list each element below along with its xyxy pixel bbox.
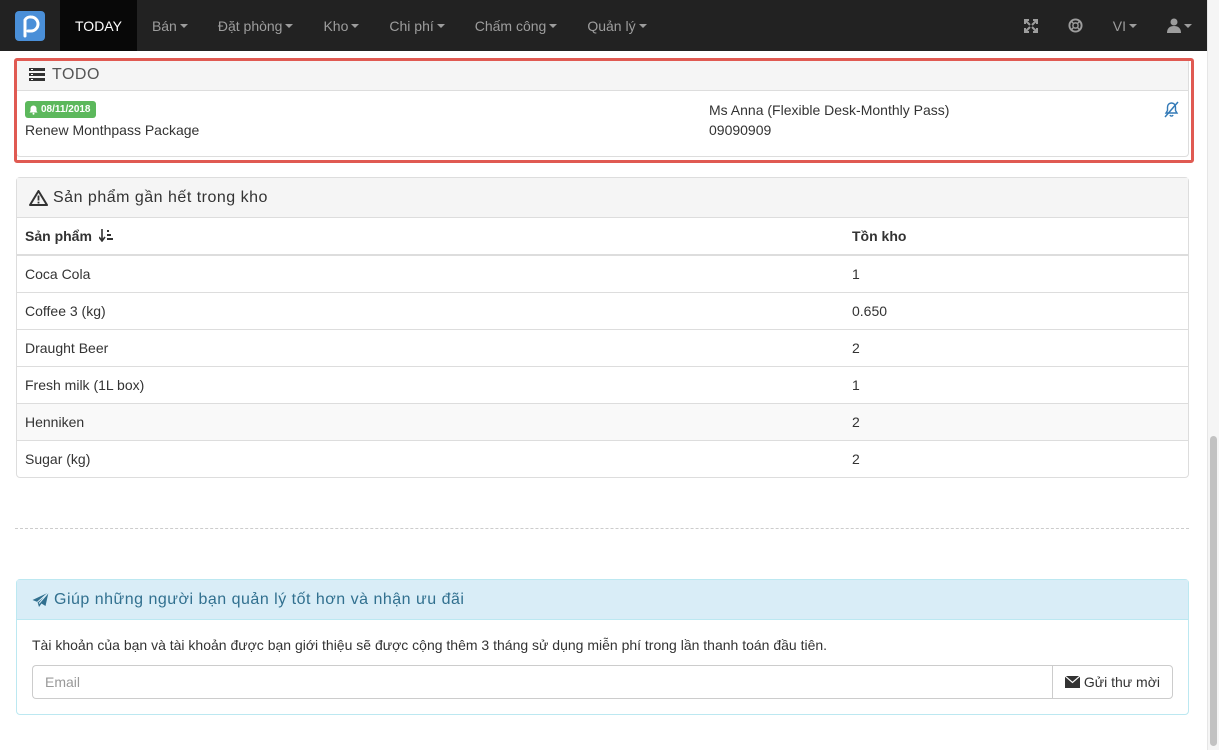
send-invite-label: Gửi thư mời (1083, 674, 1160, 690)
todo-panel: TODO 08/11/2018 Renew Monthpass Package … (16, 58, 1189, 157)
todo-item: 08/11/2018 Renew Monthpass Package Ms An… (17, 91, 1188, 157)
paper-plane-icon (32, 591, 49, 607)
nav-ban[interactable]: Bán (137, 0, 203, 51)
invite-form: Gửi thư mời (32, 665, 1173, 699)
column-product-label: Sản phẩm (25, 228, 92, 244)
caret-down-icon (549, 23, 558, 28)
todo-task: Renew Monthpass Package (25, 122, 200, 138)
list-icon (29, 68, 45, 81)
low-stock-panel: Sản phẩm gần hết trong kho Sản phẩm Tồn … (16, 177, 1189, 478)
scrollbar-thumb[interactable] (1210, 436, 1217, 746)
product-qty: 2 (844, 439, 1188, 477)
bell-slash-icon[interactable] (1163, 101, 1180, 121)
user-menu[interactable] (1152, 0, 1207, 51)
caret-down-icon (1129, 23, 1137, 28)
email-input[interactable] (32, 665, 1052, 699)
reminder-date-badge: 08/11/2018 (25, 101, 96, 118)
product-qty: 2 (844, 402, 1188, 440)
table-row: Fresh milk (1L box) 1 (17, 365, 1188, 403)
sort-amount-icon (98, 229, 113, 243)
table-row: Coca Cola 1 (17, 254, 1188, 292)
table-row: Draught Beer 2 (17, 328, 1188, 366)
product-name: Sugar (kg) (17, 439, 844, 477)
user-icon (1167, 18, 1181, 33)
nav-today[interactable]: TODAY (60, 0, 137, 51)
warning-icon (29, 189, 48, 206)
caret-down-icon (1184, 23, 1192, 28)
referral-heading: Giúp những người bạn quản lý tốt hơn và … (17, 580, 1188, 620)
product-qty: 2 (844, 328, 1188, 366)
product-qty: 1 (844, 254, 1188, 292)
top-navbar: TODAY Bán Đặt phòng Kho Chi phí Chấm côn… (0, 0, 1207, 51)
table-header-row: Sản phẩm Tồn kho (17, 218, 1188, 256)
nav-kho[interactable]: Kho (308, 0, 374, 51)
logo-icon (15, 10, 45, 41)
referral-description: Tài khoản của bạn và tài khoản được bạn … (32, 637, 828, 653)
caret-down-icon (436, 23, 445, 28)
nav-quan-ly[interactable]: Quản lý (572, 0, 661, 51)
low-stock-heading: Sản phẩm gần hết trong kho (17, 178, 1188, 218)
fullscreen-icon[interactable] (1009, 0, 1053, 51)
low-stock-table: Sản phẩm Tồn kho Coca Cola 1 Coffee 3 (kg… (17, 218, 1188, 477)
todo-customer: Ms Anna (Flexible Desk-Monthly Pass) (709, 102, 950, 118)
product-name: Coca Cola (17, 254, 844, 292)
nav-chi-phi-label: Chi phí (389, 17, 434, 34)
caret-down-icon (638, 23, 647, 28)
product-name: Henniken (17, 402, 844, 440)
table-row: Henniken 2 (17, 402, 1188, 440)
nav-cham-cong[interactable]: Chấm công (460, 0, 573, 51)
send-invite-button[interactable]: Gửi thư mời (1051, 665, 1173, 699)
nav-dat-phong[interactable]: Đặt phòng (203, 0, 309, 51)
nav-chi-phi[interactable]: Chi phí (374, 0, 459, 51)
support-lifebuoy-icon[interactable] (1053, 0, 1098, 51)
nav-quan-ly-label: Quản lý (587, 17, 636, 34)
bell-icon (29, 105, 38, 115)
table-row: Coffee 3 (kg) 0.650 (17, 291, 1188, 329)
nav-ban-label: Bán (151, 17, 177, 34)
column-product[interactable]: Sản phẩm (17, 218, 844, 256)
nav-dat-phong-label: Đặt phòng (217, 17, 283, 34)
low-stock-title: Sản phẩm gần hết trong kho (53, 188, 268, 206)
language-dropdown[interactable]: VI (1098, 0, 1152, 51)
todo-heading: TODO (17, 59, 1188, 91)
reminder-date: 08/11/2018 (41, 104, 91, 115)
referral-panel: Giúp những người bạn quản lý tốt hơn và … (16, 579, 1189, 715)
language-label: VI (1112, 17, 1126, 34)
envelope-icon (1064, 676, 1080, 688)
caret-down-icon (351, 23, 360, 28)
caret-down-icon (285, 23, 294, 28)
nav-cham-cong-label: Chấm công (474, 17, 547, 34)
table-row: Sugar (kg) 2 (17, 439, 1188, 477)
caret-down-icon (179, 23, 188, 28)
section-divider (15, 528, 1189, 529)
referral-title: Giúp những người bạn quản lý tốt hơn và … (54, 590, 465, 608)
brand-logo[interactable] (0, 0, 60, 51)
todo-phone: 09090909 (709, 122, 772, 138)
product-qty: 1 (844, 365, 1188, 403)
product-name: Coffee 3 (kg) (17, 291, 844, 329)
column-stock[interactable]: Tồn kho (844, 218, 1188, 256)
product-qty: 0.650 (844, 291, 1188, 329)
todo-title: TODO (52, 65, 100, 83)
nav-kho-label: Kho (323, 17, 349, 34)
product-name: Fresh milk (1L box) (17, 365, 844, 403)
product-name: Draught Beer (17, 328, 844, 366)
